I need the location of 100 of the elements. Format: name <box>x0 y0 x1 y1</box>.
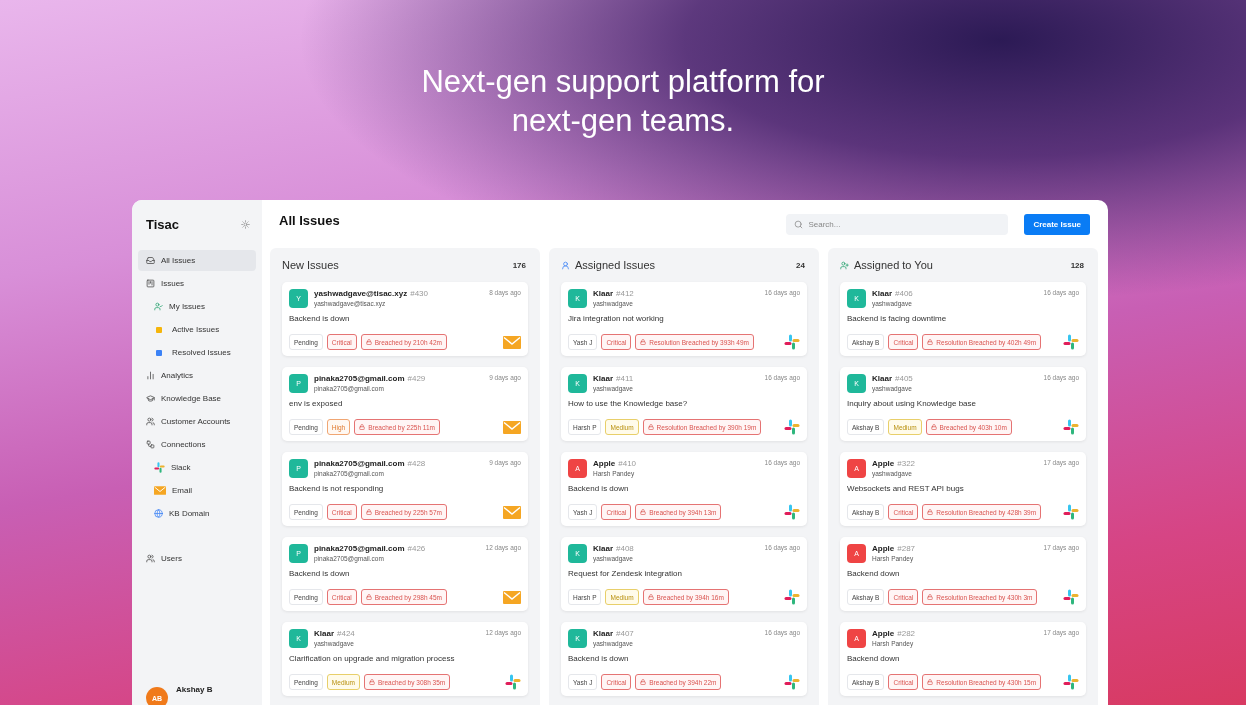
lock-icon <box>640 679 647 685</box>
sender-name: Klaar <box>593 289 613 298</box>
search-field[interactable]: Search... <box>786 213 1009 235</box>
lock-icon <box>647 424 654 430</box>
sender-name: Klaar <box>593 629 613 638</box>
lock-icon <box>927 679 934 685</box>
slack-icon <box>154 462 165 473</box>
lock-icon <box>927 509 934 515</box>
issue-number: #429 <box>407 374 426 383</box>
sun-icon[interactable] <box>241 219 250 229</box>
sender-name: Apple <box>872 629 895 638</box>
slack-icon <box>1063 334 1079 350</box>
slack-icon <box>1063 589 1079 605</box>
sender-name: pinaka2705@gmail.com <box>314 459 405 468</box>
issue-count: 24 <box>796 260 805 270</box>
sidebar-item[interactable]: Analytics <box>138 365 256 386</box>
lock-icon <box>365 594 372 600</box>
lock-icon <box>369 679 375 685</box>
column-title: New Issues <box>282 259 340 271</box>
column-title: Assigned to You <box>854 259 934 271</box>
user-icon <box>561 260 570 270</box>
issue-subject: Backend is facing downtime <box>847 314 948 323</box>
slack-icon <box>1063 419 1079 435</box>
board-icon <box>146 279 155 288</box>
slack-icon <box>784 504 800 520</box>
graduation-cap-icon <box>146 394 155 403</box>
issue-subject: Backend is down <box>568 484 630 493</box>
issue-number: #411 <box>616 374 634 383</box>
issue-number: #282 <box>897 629 916 638</box>
issue-subject: Jira integration not working <box>568 314 665 323</box>
sidebar-item[interactable]: Connections <box>138 434 256 455</box>
slack-icon <box>505 674 521 690</box>
issue-number: #406 <box>895 289 913 298</box>
slack-icon <box>784 334 800 350</box>
issue-number: #410 <box>618 459 637 468</box>
issue-number: #430 <box>410 289 428 298</box>
issue-subject: How to use the Knowledge base? <box>568 399 689 408</box>
sidebar-item[interactable]: Slack <box>138 457 256 478</box>
sender-name: yashwadgave@tisac.xyz <box>314 289 408 298</box>
slack-icon <box>784 419 800 435</box>
issue-number: #322 <box>897 459 916 468</box>
user-name: Akshay B <box>176 685 213 694</box>
sender-name: Klaar <box>593 544 613 553</box>
user-plus-icon <box>840 260 849 270</box>
users-icon <box>146 417 155 426</box>
slack-icon <box>784 674 800 690</box>
envelope-icon <box>503 505 521 519</box>
issue-number: #408 <box>616 544 634 553</box>
issue-number: #424 <box>337 629 355 638</box>
headline: Next-gen support platform for next-gen teams. <box>420 63 826 140</box>
issue-count: 128 <box>1070 260 1084 270</box>
issue-subject: Backend is down <box>289 314 351 323</box>
issue-number: #428 <box>407 459 426 468</box>
issue-subject: Websockets and REST API bugs <box>847 484 965 493</box>
lock-icon <box>640 339 647 345</box>
sender-name: Apple <box>872 459 895 468</box>
slack-icon <box>784 589 800 605</box>
lock-icon <box>647 594 654 600</box>
bar-chart-icon <box>146 371 155 380</box>
envelope-icon <box>503 335 521 349</box>
sidebar-item[interactable]: My Issues <box>138 296 256 317</box>
inbox-icon <box>146 256 155 265</box>
issue-number: #426 <box>407 544 426 553</box>
issue-subject: Backend is down <box>289 569 351 578</box>
issue-number: #412 <box>616 289 634 298</box>
sender-name: pinaka2705@gmail.com <box>314 544 405 553</box>
sidebar-item[interactable]: Active Issues <box>138 319 256 340</box>
envelope-icon <box>503 590 521 604</box>
envelope-icon <box>503 420 521 434</box>
lock-icon <box>365 509 372 515</box>
sidebar-item[interactable]: Resolved Issues <box>138 342 256 363</box>
issue-subject: Clarification on upgrade and migration process <box>289 654 456 663</box>
sender-name: Klaar <box>872 374 892 383</box>
lock-icon <box>365 339 372 345</box>
connections-icon <box>146 440 155 449</box>
sidebar-item[interactable]: KB Domain <box>138 503 256 524</box>
issue-number: #287 <box>897 544 916 553</box>
sidebar-item[interactable]: Knowledge Base <box>138 388 256 409</box>
issue-subject: Backend is down <box>568 654 630 663</box>
issue-subject: Backend down <box>847 569 901 578</box>
sidebar-item[interactable]: Email <box>138 480 256 501</box>
users-icon <box>146 554 155 563</box>
issue-subject: Inquiry about using Knowledge base <box>847 399 977 408</box>
sender-name: pinaka2705@gmail.com <box>314 374 405 383</box>
sidebar-item[interactable]: All Issues <box>138 250 256 271</box>
issue-count: 176 <box>512 260 526 270</box>
lock-icon <box>640 509 647 515</box>
user-check-icon <box>154 302 163 311</box>
create-issue-button[interactable]: Create Issue <box>1024 213 1090 235</box>
globe-icon <box>154 509 163 518</box>
column-title: Assigned Issues <box>575 259 657 271</box>
page-title: All Issues <box>279 212 341 228</box>
lock-icon <box>359 424 366 430</box>
sidebar-item[interactable]: Customer Accounts <box>138 411 256 432</box>
brand-name: Tisac <box>146 216 179 232</box>
sidebar-item[interactable]: Users <box>138 548 256 569</box>
sender-name: Klaar <box>314 629 334 638</box>
lock-icon <box>927 594 934 600</box>
sender-name: Klaar <box>872 289 892 298</box>
sidebar-item[interactable]: Issues <box>138 273 256 294</box>
